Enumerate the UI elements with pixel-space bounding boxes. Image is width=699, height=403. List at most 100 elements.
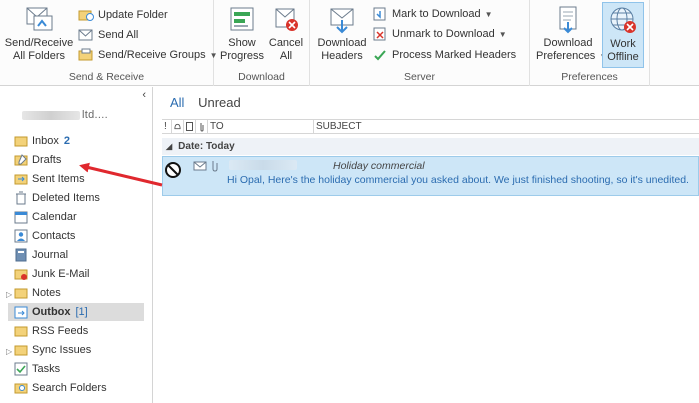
folder-label: Deleted Items bbox=[32, 192, 100, 204]
work-offline-button[interactable]: Work Offline bbox=[602, 2, 644, 68]
expand-arrow-icon[interactable]: ▷ bbox=[6, 347, 12, 356]
folder-label: Contacts bbox=[32, 230, 76, 242]
send-all-icon bbox=[78, 27, 94, 43]
collapse-triangle-icon: ◢ bbox=[166, 142, 173, 151]
expand-arrow-icon[interactable]: ▷ bbox=[6, 290, 12, 299]
send-receive-icon bbox=[24, 4, 54, 34]
bell-icon bbox=[174, 123, 181, 130]
folder-label: Calendar bbox=[32, 211, 77, 223]
to-column[interactable]: TO bbox=[208, 120, 314, 133]
globe-offline-icon bbox=[608, 5, 638, 35]
calendar-icon bbox=[14, 210, 28, 224]
column-header: ! TO SUBJECT bbox=[162, 119, 699, 134]
message-type-icon bbox=[193, 160, 229, 172]
server-group-label: Server bbox=[404, 71, 435, 83]
folder-notes[interactable]: Notes bbox=[14, 284, 61, 302]
date-group-header[interactable]: ◢ Date: Today bbox=[162, 138, 699, 155]
chevron-down-icon: ▼ bbox=[498, 29, 507, 39]
folder-label: Sent Items bbox=[32, 173, 85, 185]
send-all-button[interactable]: Send All bbox=[78, 26, 138, 44]
folder-sync-issues[interactable]: Sync Issues bbox=[14, 341, 91, 359]
checkmark-icon bbox=[372, 47, 388, 63]
folder-rss-feeds[interactable]: RSS Feeds bbox=[14, 322, 88, 340]
attachment-column[interactable] bbox=[196, 120, 208, 133]
account-name: ltd.... bbox=[82, 109, 108, 121]
trash-icon bbox=[14, 191, 28, 205]
download-headers-icon bbox=[327, 4, 357, 34]
send-receive-all-folders-button[interactable]: Send/Receive All Folders bbox=[4, 4, 74, 63]
search-folder-icon bbox=[14, 381, 28, 395]
message-list-pane: All Unread ! TO SUBJECT ◢ Date: Today Ho… bbox=[154, 87, 699, 403]
folder-label: Junk E-Mail bbox=[32, 268, 90, 280]
send-receive-groups-label: Send/Receive Groups bbox=[98, 49, 206, 61]
show-progress-label-2: Progress bbox=[219, 50, 265, 62]
folder-contacts[interactable]: Contacts bbox=[14, 227, 75, 245]
sent-items-icon bbox=[14, 172, 28, 186]
download-headers-button[interactable]: Download Headers bbox=[314, 4, 370, 63]
server-group: Download Headers Mark to Download ▼ Unma… bbox=[310, 0, 530, 86]
document-icon bbox=[186, 122, 193, 131]
mark-to-download-button[interactable]: Mark to Download ▼ bbox=[372, 5, 493, 23]
folder-inbox[interactable]: Inbox 2 bbox=[14, 132, 70, 150]
send-receive-groups-icon bbox=[78, 47, 94, 63]
collapse-pane-button[interactable]: ‹ bbox=[142, 89, 146, 101]
message-subject: Holiday commercial bbox=[333, 160, 425, 172]
unmark-to-download-button[interactable]: Unmark to Download ▼ bbox=[372, 25, 507, 43]
redacted-recipient bbox=[229, 160, 297, 170]
send-receive-groups-button[interactable]: Send/Receive Groups ▼ bbox=[78, 46, 218, 64]
message-row[interactable]: Holiday commercial Hi Opal, Here's the h… bbox=[162, 156, 699, 196]
folder-label: Journal bbox=[32, 249, 69, 261]
folder-junk-email[interactable]: Junk E-Mail bbox=[14, 265, 89, 283]
ribbon: Send/Receive All Folders Update Folder S… bbox=[0, 0, 699, 86]
importance-column[interactable]: ! bbox=[162, 120, 172, 133]
icon-column[interactable] bbox=[184, 120, 196, 133]
tab-unread[interactable]: Unread bbox=[198, 95, 241, 110]
folder-label: Tasks bbox=[32, 363, 61, 375]
cancel-all-icon bbox=[271, 4, 301, 34]
cancel-all-button[interactable]: Cancel All bbox=[266, 4, 306, 63]
folder-tasks[interactable]: Tasks bbox=[14, 360, 60, 378]
folder-label: Outbox bbox=[32, 306, 71, 318]
folder-drafts[interactable]: Drafts bbox=[14, 151, 61, 169]
sync-issues-icon bbox=[14, 343, 28, 357]
folder-label: RSS Feeds bbox=[32, 325, 89, 337]
folder-outbox[interactable]: Outbox [1] bbox=[8, 303, 144, 321]
update-folder-button[interactable]: Update Folder bbox=[78, 6, 168, 24]
outbox-icon bbox=[14, 305, 28, 319]
subject-column[interactable]: SUBJECT bbox=[314, 120, 699, 133]
download-preferences-button[interactable]: Download Preferences▼ bbox=[536, 4, 607, 63]
reminder-column[interactable] bbox=[172, 120, 184, 133]
unread-count: [1] bbox=[75, 306, 88, 318]
show-progress-button[interactable]: Show Progress bbox=[218, 4, 266, 63]
download-group-label: Download bbox=[238, 71, 285, 83]
send-all-label: Send All bbox=[98, 29, 139, 41]
process-marked-headers-label: Process Marked Headers bbox=[392, 49, 517, 61]
download-preferences-label-1: Download bbox=[543, 37, 593, 49]
folder-search-folders[interactable]: Search Folders bbox=[14, 379, 107, 397]
blocked-icon bbox=[164, 161, 182, 179]
chevron-down-icon: ▼ bbox=[484, 9, 493, 19]
folder-journal[interactable]: Journal bbox=[14, 246, 68, 264]
cancel-all-label-1: Cancel bbox=[268, 37, 304, 49]
show-progress-icon bbox=[227, 4, 257, 34]
send-receive-group-label: Send & Receive bbox=[68, 71, 145, 83]
unmark-download-icon bbox=[372, 26, 388, 42]
folder-calendar[interactable]: Calendar bbox=[14, 208, 77, 226]
mark-download-icon bbox=[372, 6, 388, 22]
folder-sent-items[interactable]: Sent Items bbox=[14, 170, 85, 188]
rss-icon bbox=[14, 324, 28, 338]
tab-all[interactable]: All bbox=[170, 95, 184, 110]
date-group-label: Date: Today bbox=[178, 141, 235, 152]
account-header[interactable]: ltd.... bbox=[22, 109, 108, 121]
view-tabs: All Unread bbox=[170, 95, 251, 110]
work-offline-label-2: Offline bbox=[607, 51, 639, 63]
folder-deleted-items[interactable]: Deleted Items bbox=[14, 189, 100, 207]
preferences-group-label: Preferences bbox=[561, 71, 618, 83]
update-folder-label: Update Folder bbox=[98, 9, 168, 21]
folder-pane: ‹ ltd.... Inbox 2 Drafts Sent Items Dele… bbox=[0, 87, 153, 403]
drafts-icon bbox=[14, 153, 28, 167]
update-folder-icon bbox=[78, 7, 94, 23]
download-headers-label-1: Download bbox=[317, 37, 367, 49]
contacts-icon bbox=[14, 229, 28, 243]
process-marked-headers-button[interactable]: Process Marked Headers bbox=[372, 46, 516, 64]
